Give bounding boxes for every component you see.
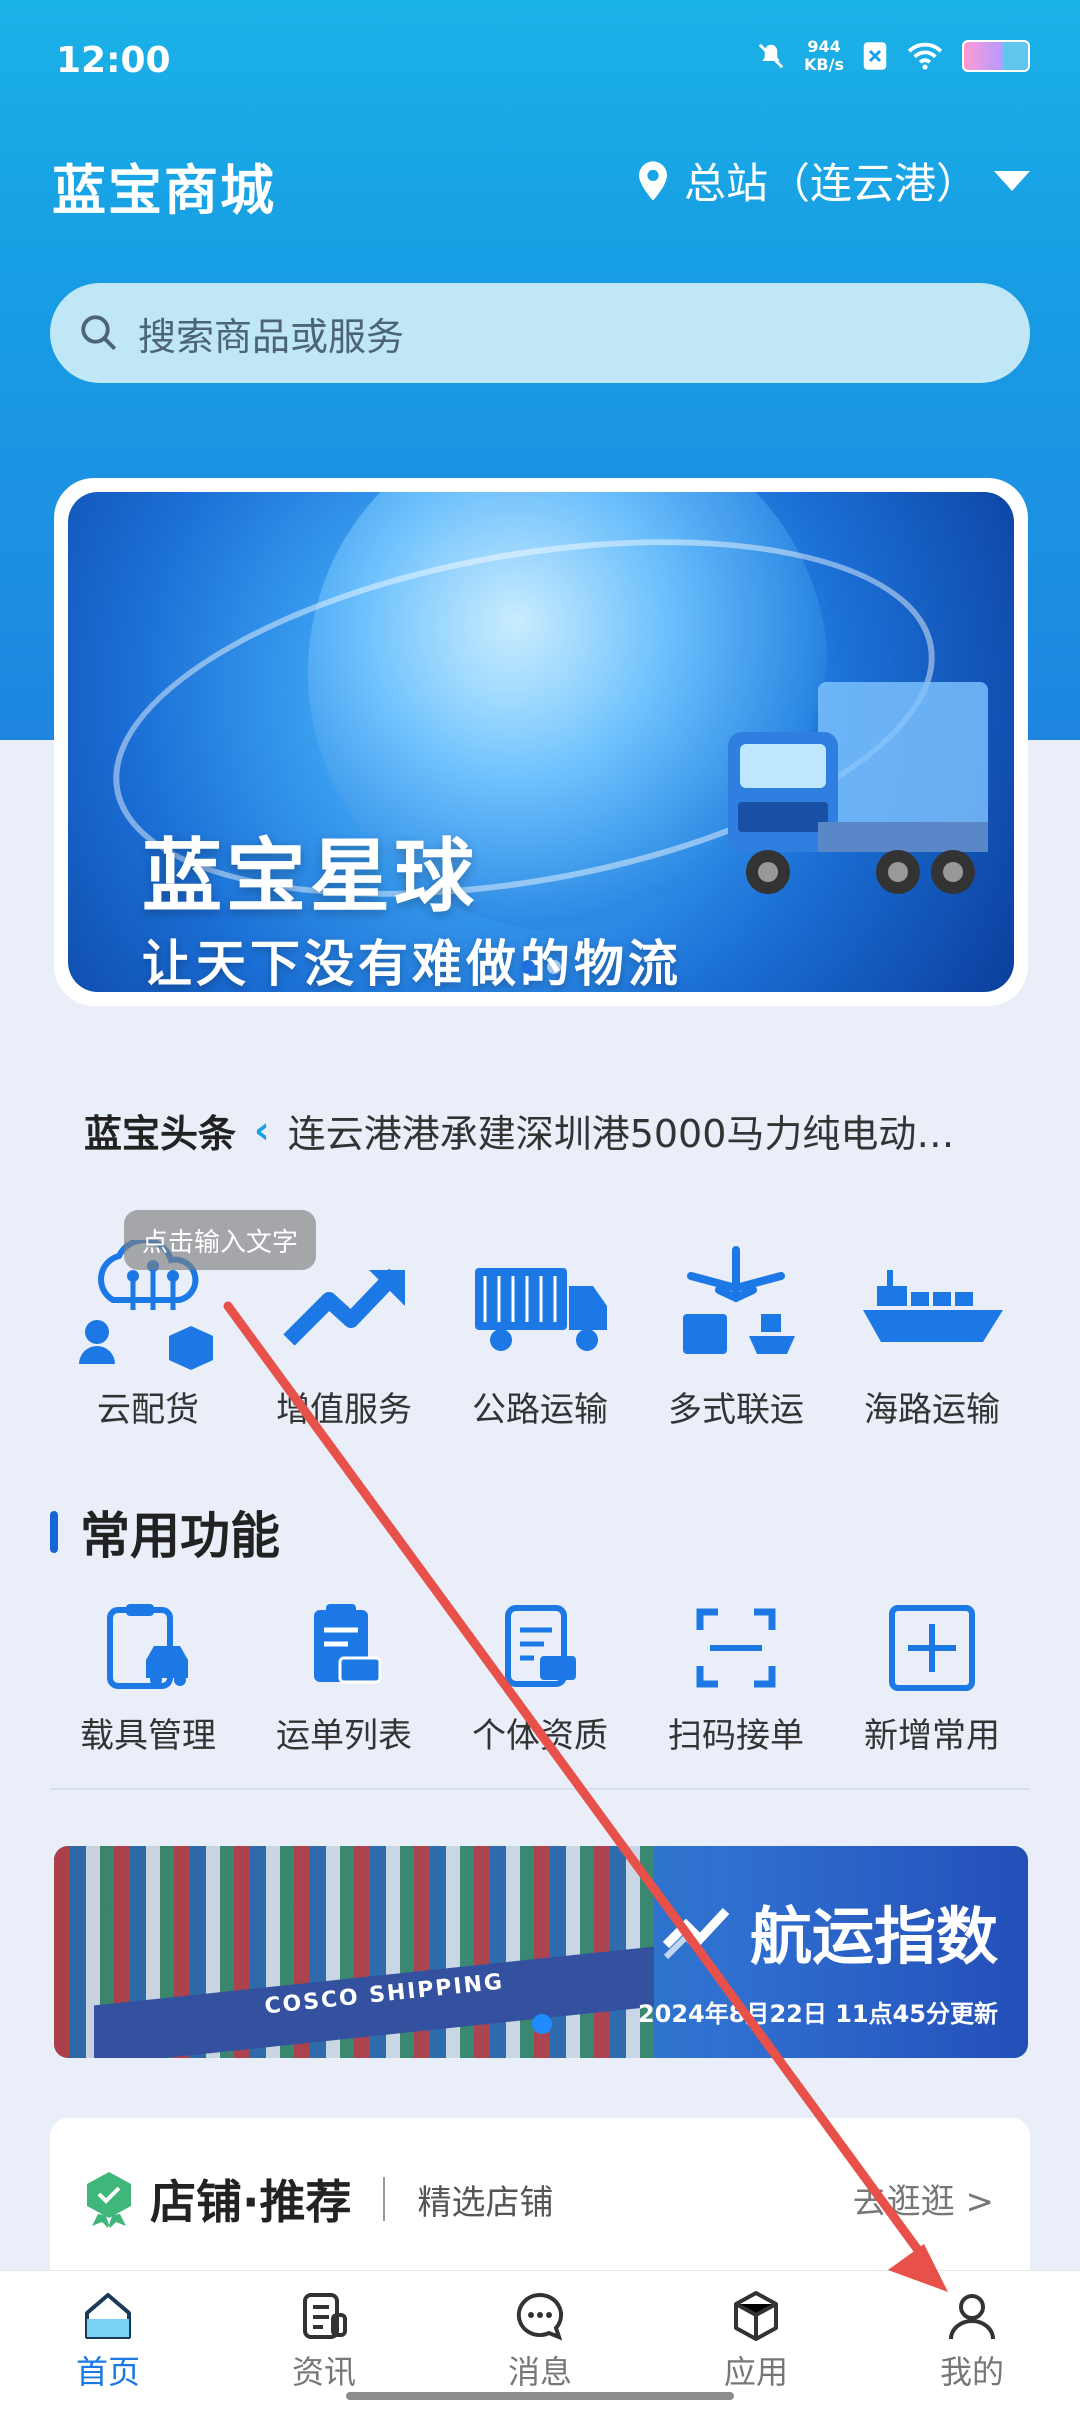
news-label: 蓝宝头条: [84, 1111, 237, 1156]
home-indicator[interactable]: [346, 2392, 734, 2400]
promo-banner[interactable]: 蓝宝星球 让天下没有难做的物流: [54, 478, 1028, 1006]
tab-home[interactable]: 首页: [0, 2271, 216, 2409]
common-functions-grid: 载具管理 运单列表 个体资质 扫码接单 新增常用: [50, 1600, 1030, 1757]
banner-title: 蓝宝星球: [142, 830, 478, 923]
common-item-qualification[interactable]: 个体资质: [442, 1600, 638, 1757]
waybill-icon: [314, 1604, 382, 1684]
service-item-road-transport[interactable]: 公路运输: [442, 1240, 638, 1431]
search-placeholder: 搜索商品或服务: [138, 314, 405, 359]
tab-label: 首页: [75, 2353, 140, 2391]
qualification-icon: [505, 1605, 576, 1687]
wifi-icon: [907, 42, 943, 70]
index-logo-icon: [662, 1907, 730, 1960]
service-label: 多式联运: [668, 1390, 804, 1430]
no-sim-icon: [863, 42, 887, 70]
tab-apps[interactable]: 应用: [648, 2271, 864, 2409]
store-card-header: 店铺·推荐 精选店铺: [84, 2166, 553, 2232]
browse-link[interactable]: 去逛逛 >: [853, 2174, 994, 2223]
store-card-title: 店铺·推荐: [150, 2175, 352, 2229]
status-time: 12:00: [56, 40, 171, 81]
location-selector[interactable]: 总站（连云港）: [636, 150, 1032, 211]
app-header: 蓝宝商城 总站（连云港）: [52, 140, 1032, 222]
net-speed: 944 KB/s: [804, 37, 844, 74]
mute-bell-icon: [758, 43, 784, 69]
common-label: 载具管理: [80, 1716, 216, 1756]
chat-bubble-icon: [516, 2292, 564, 2341]
home-icon: [85, 2293, 131, 2339]
banner-dot[interactable]: [532, 2014, 552, 2034]
location-pin-icon: [638, 160, 667, 201]
section-title: 常用功能: [80, 1507, 280, 1565]
location-label: 总站（连云港）: [683, 159, 978, 208]
store-badge-icon: [87, 2172, 131, 2228]
service-item-sea-transport[interactable]: 海路运输: [834, 1240, 1030, 1431]
shipping-index-banner[interactable]: COSCO SHIPPING 航运指数 2024年8月22日 11点45分更新: [54, 1846, 1028, 2058]
banner-subtitle: 让天下没有难做的物流: [142, 935, 682, 992]
common-label: 新增常用: [864, 1716, 1000, 1756]
search-icon: [81, 315, 117, 351]
status-bar: 12:00 944 KB/s: [0, 0, 1080, 120]
tab-label: 资讯: [291, 2353, 356, 2391]
shipping-index-title: 航运指数: [662, 1886, 998, 1976]
news-headline[interactable]: 连云港港承建深圳港5000马力纯电动…: [288, 1103, 988, 1158]
service-label: 海路运输: [864, 1390, 1000, 1430]
service-item-multimodal[interactable]: 多式联运: [638, 1240, 834, 1431]
common-label: 运单列表: [276, 1716, 412, 1756]
truck-icon: [475, 1268, 607, 1351]
service-label: 云配货: [97, 1390, 199, 1430]
tab-messages[interactable]: 消息: [432, 2271, 648, 2409]
common-item-add[interactable]: 新增常用: [834, 1600, 1030, 1757]
news-doc-icon: [303, 2293, 347, 2339]
add-icon: [889, 1605, 975, 1691]
scan-icon: [696, 1608, 776, 1688]
tab-label: 消息: [507, 2353, 572, 2391]
user-icon: [949, 2294, 995, 2340]
app-title: 蓝宝商城: [52, 159, 276, 222]
section-divider: [50, 1788, 1030, 1790]
battery-icon: [962, 40, 1030, 72]
tab-label: 我的: [939, 2353, 1004, 2391]
banner-dot[interactable]: [547, 960, 561, 974]
common-functions-header: 常用功能: [50, 1496, 280, 1568]
common-item-vehicle[interactable]: 载具管理: [50, 1600, 246, 1757]
news-ticker[interactable]: 蓝宝头条 ‹ 连云港港承建深圳港5000马力纯电动…: [84, 1100, 1014, 1160]
chevron-left-icon: ‹: [254, 1108, 270, 1152]
banner-pagination: [68, 960, 1014, 974]
cube-icon: [734, 2291, 778, 2341]
vehicle-clipboard-icon: [107, 1604, 188, 1689]
service-label: 公路运输: [472, 1390, 608, 1430]
store-card-separator: [383, 2177, 386, 2221]
common-item-scan[interactable]: 扫码接单: [638, 1600, 834, 1757]
caret-down-icon: [994, 170, 1030, 191]
section-accent-bar: [50, 1511, 58, 1553]
status-icons: 944 KB/s: [756, 38, 1030, 74]
tab-profile[interactable]: 我的: [864, 2271, 1080, 2409]
banner-dot[interactable]: [521, 960, 535, 974]
common-label: 个体资质: [472, 1716, 608, 1756]
promo-banner-image: 蓝宝星球 让天下没有难做的物流: [68, 492, 1014, 992]
store-card-subtitle: 精选店铺: [417, 2182, 554, 2223]
service-label: 增值服务: [276, 1390, 412, 1430]
bottom-tab-bar: 首页 资讯 消息 应用 我的: [0, 2270, 1080, 2409]
tab-label: 应用: [723, 2353, 788, 2391]
truck-illustration: [728, 682, 988, 894]
common-label: 扫码接单: [668, 1716, 804, 1756]
text-input-tooltip[interactable]: 点击输入文字: [124, 1210, 317, 1270]
multimodal-icon: [683, 1246, 795, 1354]
ship-icon: [863, 1270, 1003, 1342]
tab-news[interactable]: 资讯: [216, 2271, 432, 2409]
shipping-index-date: 2024年8月22日 11点45分更新: [637, 2000, 998, 2028]
search-bar[interactable]: 搜索商品或服务: [50, 283, 1030, 383]
shipping-index-label: 航运指数: [749, 1900, 998, 1973]
common-item-waybill[interactable]: 运单列表: [246, 1600, 442, 1757]
